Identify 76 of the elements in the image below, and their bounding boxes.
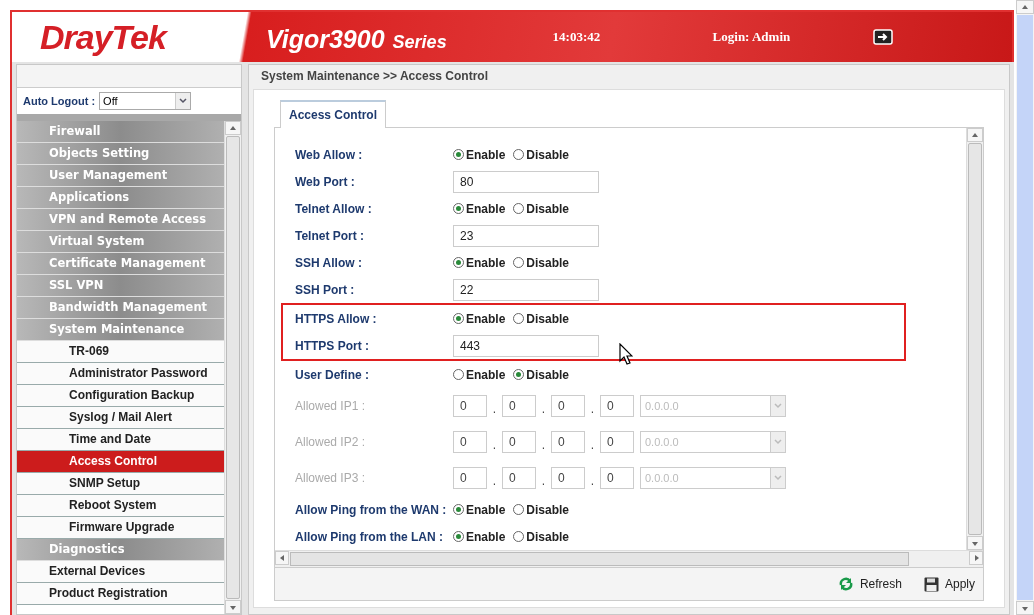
radio-option[interactable]: Enable <box>453 529 506 544</box>
refresh-button[interactable]: Refresh <box>835 575 904 593</box>
dot-separator: . <box>491 401 498 416</box>
field-label: Telnet Port : <box>295 228 366 243</box>
field-label: Allow Ping from the WAN : <box>295 502 448 517</box>
field-label: SSH Port : <box>295 282 356 297</box>
radio-option[interactable]: Enable <box>453 502 506 517</box>
radio-option[interactable]: Enable <box>453 147 506 162</box>
text-field[interactable]: 80 <box>453 170 599 193</box>
radio-option[interactable]: Disable <box>513 529 570 544</box>
dot-separator: . <box>589 437 596 452</box>
radio-option[interactable]: Disable <box>513 255 570 270</box>
menu-item[interactable]: Firmware Upgrade <box>17 517 224 539</box>
auto-logout-label: Auto Logout : <box>23 95 96 107</box>
menu-item[interactable]: Time and Date <box>17 429 224 451</box>
tab[interactable]: Access Control <box>280 100 387 128</box>
field-label: Allowed IP3 : <box>295 471 367 485</box>
dot-separator: . <box>589 473 596 488</box>
logout-button[interactable] <box>872 29 893 45</box>
menu-item[interactable]: Syslog / Mail Alert <box>17 407 224 429</box>
auto-logout-select[interactable]: Off <box>99 92 192 110</box>
menu-item[interactable]: Administrator Password <box>17 363 224 385</box>
menu-item[interactable]: Product Registration <box>17 583 224 605</box>
field-label: Allowed IP1 : <box>295 399 367 413</box>
menu-item[interactable]: Reboot System <box>17 495 224 517</box>
save-icon <box>923 576 939 592</box>
text-field[interactable]: 22 <box>453 278 599 301</box>
field-label: Telnet Allow : <box>295 201 373 216</box>
menu-item[interactable]: Configuration Backup <box>17 385 224 407</box>
menu-item[interactable]: TR-069 <box>17 341 224 363</box>
text-field[interactable]: 443 <box>453 334 599 357</box>
field-label: HTTPS Allow : <box>295 311 378 326</box>
field-label: User Define : <box>295 367 371 382</box>
radio-option[interactable]: Disable <box>513 311 570 326</box>
chevron-down-icon <box>774 439 782 445</box>
chevron-down-icon <box>774 403 782 409</box>
page-scrollbar[interactable] <box>1016 0 1034 615</box>
field-label: SSH Allow : <box>295 255 363 270</box>
radio-option[interactable]: Enable <box>453 255 506 270</box>
radio-option[interactable]: Enable <box>453 367 506 382</box>
radio-option[interactable]: Enable <box>453 201 506 216</box>
field-label: Web Port : <box>295 174 356 189</box>
chevron-down-icon <box>179 98 188 104</box>
model-name: Vigor3900 <box>266 24 385 54</box>
vertical-scrollbar[interactable] <box>966 128 983 550</box>
dot-separator: . <box>491 437 498 452</box>
mouse-pointer-icon <box>619 343 633 365</box>
radio-option[interactable]: Disable <box>513 201 570 216</box>
menu-item[interactable]: SNMP Setup <box>17 473 224 495</box>
field-label: Web Allow : <box>295 147 364 162</box>
apply-button[interactable]: Apply <box>921 574 977 594</box>
clock-time: 14:03:42 <box>552 29 602 45</box>
login-status: Login: Admin <box>712 29 792 45</box>
dot-separator: . <box>589 401 596 416</box>
sidebar-scrollbar[interactable] <box>224 121 241 614</box>
radio-option[interactable]: Disable <box>513 502 570 517</box>
chevron-down-icon <box>774 475 782 481</box>
dot-separator: . <box>540 437 547 452</box>
logo-text: DrayTek <box>40 17 169 57</box>
logout-icon <box>872 29 893 45</box>
text-field[interactable]: 23 <box>453 224 599 247</box>
field-label: Allow Ping from the LAN : <box>295 529 444 544</box>
menu-item[interactable]: Access Control <box>17 451 224 473</box>
series-text: Series <box>392 31 448 53</box>
dot-separator: . <box>491 473 498 488</box>
horizontal-scrollbar[interactable] <box>275 550 983 567</box>
field-label: HTTPS Port : <box>295 338 370 353</box>
radio-option[interactable]: Disable <box>513 147 570 162</box>
dot-separator: . <box>540 401 547 416</box>
radio-option[interactable]: Enable <box>453 311 506 326</box>
field-label: Allowed IP2 : <box>295 435 367 449</box>
breadcrumb: System Maintenance >> Access Control <box>260 68 489 85</box>
dot-separator: . <box>540 473 547 488</box>
refresh-icon <box>837 577 854 591</box>
menu-item[interactable]: External Devices <box>17 561 224 583</box>
radio-option[interactable]: Disable <box>513 367 570 382</box>
